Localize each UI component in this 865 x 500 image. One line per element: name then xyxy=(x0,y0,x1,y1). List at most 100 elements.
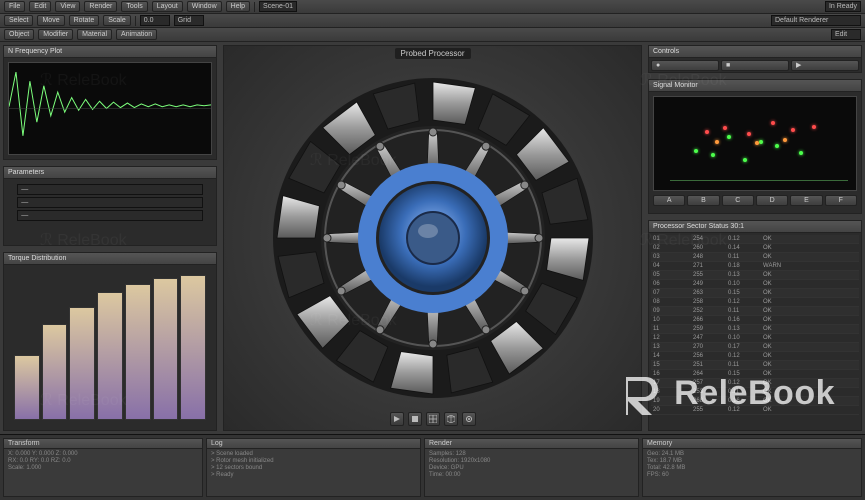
param-field-2[interactable]: — xyxy=(17,197,202,208)
tool-scale[interactable]: Scale xyxy=(103,15,131,26)
menu-edit[interactable]: Edit xyxy=(29,1,51,12)
scatter-tab-a[interactable]: A xyxy=(653,195,685,206)
waveform-chart[interactable] xyxy=(8,62,212,155)
rotor-model[interactable] xyxy=(268,73,598,403)
table-row[interactable]: 162640.15OK xyxy=(651,370,859,379)
bar xyxy=(69,307,95,420)
table-row[interactable]: 152510.11OK xyxy=(651,361,859,370)
log-line: > Ready xyxy=(211,472,416,478)
table-row[interactable]: 112590.13OK xyxy=(651,325,859,334)
coord-field[interactable]: 0.0 xyxy=(140,15,170,26)
table-row[interactable]: 012540.12OK xyxy=(651,235,859,244)
scatter-tab-e[interactable]: E xyxy=(790,195,822,206)
param-field-1[interactable]: — xyxy=(17,184,202,195)
menu-file[interactable]: File xyxy=(4,1,25,12)
bar xyxy=(97,292,123,420)
viewport-column: Probed Processor xyxy=(220,42,645,434)
transform-line: Scale: 1.000 xyxy=(8,465,198,471)
play-icon[interactable] xyxy=(390,412,404,426)
stop-icon[interactable] xyxy=(408,412,422,426)
tab-animation[interactable]: Animation xyxy=(116,29,157,40)
render-panel: Render Samples: 128 Resolution: 1920x108… xyxy=(424,438,639,497)
log-title: Log xyxy=(207,439,420,449)
bottom-bar: Transform X: 0.000 Y: 0.000 Z: 0.000 RX:… xyxy=(0,434,865,500)
table-row[interactable]: 032480.11OK xyxy=(651,253,859,262)
memory-line: Total: 42.8 MB xyxy=(647,465,857,471)
table-row[interactable]: 202550.12OK xyxy=(651,406,859,415)
table-row[interactable]: 182530.11OK xyxy=(651,388,859,397)
render-title: Render xyxy=(425,439,638,449)
data-point xyxy=(727,135,731,139)
ctrl-button-2[interactable]: ■ xyxy=(721,60,789,71)
table-row[interactable]: 052550.13OK xyxy=(651,271,859,280)
controls-panel: Controls ● ■ ▶ xyxy=(648,45,862,73)
table-row[interactable]: 122470.10OK xyxy=(651,334,859,343)
data-point xyxy=(799,151,803,155)
scatter-tab-f[interactable]: F xyxy=(825,195,857,206)
snap-field[interactable]: Grid xyxy=(174,15,204,26)
menu-bar: File Edit View Render Tools Layout Windo… xyxy=(0,0,865,14)
cube-icon[interactable] xyxy=(444,412,458,426)
ctrl-button-3[interactable]: ▶ xyxy=(791,60,859,71)
viewport[interactable]: Probed Processor xyxy=(224,46,641,430)
transform-panel: Transform X: 0.000 Y: 0.000 Z: 0.000 RX:… xyxy=(3,438,203,497)
bar xyxy=(14,355,40,420)
memory-panel: Memory Geo: 24.1 MB Tex: 18.7 MB Total: … xyxy=(642,438,862,497)
scatter-tab-d[interactable]: D xyxy=(756,195,788,206)
menu-help[interactable]: Help xyxy=(226,1,250,12)
table-row[interactable]: 172570.12OK xyxy=(651,379,859,388)
gear-icon[interactable] xyxy=(462,412,476,426)
params-panel: Parameters — — — xyxy=(3,166,217,246)
param-field-3[interactable]: — xyxy=(17,210,202,221)
render-line: Device: GPU xyxy=(429,465,634,471)
scatter-chart[interactable] xyxy=(653,96,857,191)
bar xyxy=(153,278,179,420)
mode-field[interactable]: Edit xyxy=(831,29,861,40)
viewport-panel: Probed Processor xyxy=(223,45,642,431)
tool-select[interactable]: Select xyxy=(4,15,33,26)
data-point xyxy=(791,128,795,132)
table-row[interactable]: 082580.12OK xyxy=(651,298,859,307)
viewport-toolbar xyxy=(390,412,476,426)
table-row[interactable]: 062490.10OK xyxy=(651,280,859,289)
log-line: > 12 sectors bound xyxy=(211,465,416,471)
data-table[interactable]: 012540.12OK022600.14OK032480.11OK042710.… xyxy=(651,235,859,428)
tool-move[interactable]: Move xyxy=(37,15,64,26)
table-row[interactable]: 102660.16OK xyxy=(651,316,859,325)
table-row[interactable]: 072630.15OK xyxy=(651,289,859,298)
tab-modifier[interactable]: Modifier xyxy=(38,29,73,40)
render-line: Time: 00:00 xyxy=(429,472,634,478)
menu-layout[interactable]: Layout xyxy=(152,1,183,12)
barchart[interactable] xyxy=(14,275,206,420)
ctrl-button-1[interactable]: ● xyxy=(651,60,719,71)
grid-icon[interactable] xyxy=(426,412,440,426)
menu-tools[interactable]: Tools xyxy=(121,1,147,12)
bar xyxy=(180,275,206,420)
tab-material[interactable]: Material xyxy=(77,29,112,40)
table-panel: Processor Sector Status 30:1 012540.12OK… xyxy=(648,220,862,431)
transform-title: Transform xyxy=(4,439,202,449)
scene-field[interactable]: Scene-01 xyxy=(259,1,297,12)
table-row[interactable]: 192680.16OK xyxy=(651,397,859,406)
tab-object[interactable]: Object xyxy=(4,29,34,40)
menu-render[interactable]: Render xyxy=(84,1,117,12)
scatter-tab-c[interactable]: C xyxy=(722,195,754,206)
table-row[interactable]: 132700.17OK xyxy=(651,343,859,352)
data-point xyxy=(705,130,709,134)
table-row[interactable]: 092520.11OK xyxy=(651,307,859,316)
renderer-field[interactable]: Default Renderer xyxy=(771,15,861,26)
table-row[interactable]: 142560.12OK xyxy=(651,352,859,361)
memory-line: Tex: 18.7 MB xyxy=(647,458,857,464)
tool-rotate[interactable]: Rotate xyxy=(69,15,100,26)
menu-window[interactable]: Window xyxy=(187,1,222,12)
menu-view[interactable]: View xyxy=(55,1,80,12)
table-row[interactable]: 042710.18WARN xyxy=(651,262,859,271)
scatter-title: Signal Monitor xyxy=(649,80,861,92)
log-line: > Scene loaded xyxy=(211,451,416,457)
table-row[interactable]: 022600.14OK xyxy=(651,244,859,253)
render-line: Samples: 128 xyxy=(429,451,634,457)
scatter-tab-b[interactable]: B xyxy=(687,195,719,206)
data-point xyxy=(723,126,727,130)
memory-line: Geo: 24.1 MB xyxy=(647,451,857,457)
data-point xyxy=(711,153,715,157)
